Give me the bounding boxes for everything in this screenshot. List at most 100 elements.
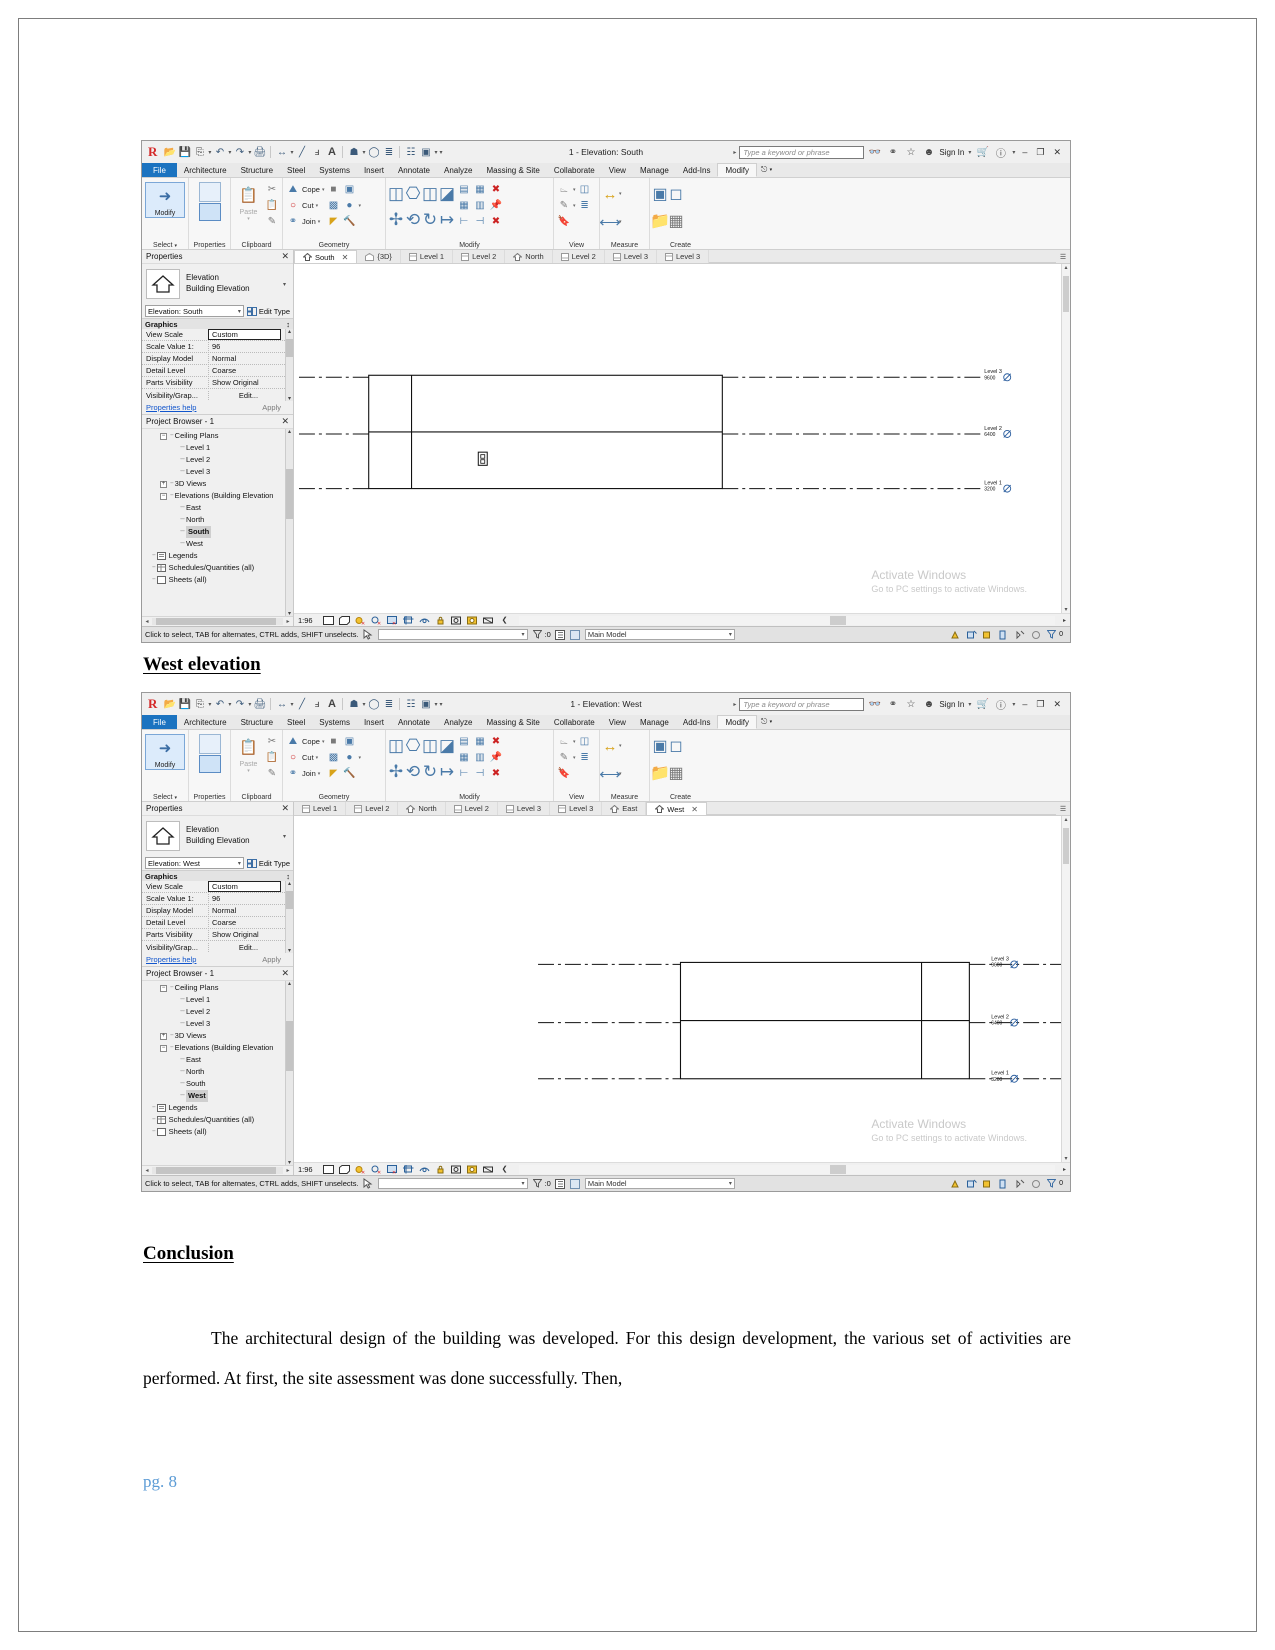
thin-lines-icon[interactable]: ≣ <box>382 697 395 711</box>
ribbon-tab-manage[interactable]: Manage <box>633 163 676 177</box>
view-scale-label[interactable]: 1:96 <box>298 1165 313 1174</box>
expand-toggle-icon[interactable]: + <box>160 1032 167 1040</box>
cope-icon[interactable]: ⛰ <box>286 735 300 749</box>
project-browser-scrollbar[interactable]: ▴ ▾ <box>285 981 293 1166</box>
tree-node-west[interactable]: --- West <box>146 1090 285 1102</box>
filter-count-group[interactable]: 0 <box>1046 629 1063 640</box>
ribbon-tab-view[interactable]: View <box>602 715 633 729</box>
align-icon[interactable]: ◫ <box>388 184 404 203</box>
join-caret-icon[interactable]: ▾ <box>318 771 321 777</box>
ribbon-display-options-icon[interactable]: ⎋ ▾ <box>757 715 776 729</box>
scroll-up-icon[interactable]: ▴ <box>1062 816 1070 823</box>
measure-between-caret-icon[interactable]: ▾ <box>619 191 622 197</box>
ribbon-tab-addins[interactable]: Add-Ins <box>676 163 718 177</box>
modify-button[interactable]: ➜ Modify <box>145 734 185 770</box>
show-crop-region-icon[interactable] <box>419 1164 431 1175</box>
tree-node-sheets[interactable]: -- Sheets (all) <box>146 574 285 586</box>
press-and-drag-icon[interactable] <box>363 1178 374 1189</box>
view-tab-close-icon[interactable]: ✕ <box>691 805 698 814</box>
view-tab-overflow-icon[interactable]: ☰ <box>1056 250 1070 263</box>
view-scale-label[interactable]: 1:96 <box>298 616 313 625</box>
design-option-icon[interactable] <box>570 629 581 640</box>
scroll-thumb[interactable] <box>286 891 293 909</box>
search-input[interactable]: Type a keyword or phrase <box>739 697 865 711</box>
grid-array-icon[interactable]: ▦ <box>457 751 471 765</box>
hscroll-thumb[interactable] <box>156 618 276 625</box>
exclude-options-icon[interactable] <box>982 629 993 640</box>
scroll-left-icon[interactable]: ◂ <box>142 618 152 625</box>
ribbon-tab-annotate[interactable]: Annotate <box>391 163 437 177</box>
cope-caret-icon[interactable]: ▾ <box>322 187 325 193</box>
copy-icon[interactable]: ⟲ <box>406 762 420 781</box>
property-value[interactable]: Normal <box>208 906 285 915</box>
ribbon-tab-collaborate[interactable]: Collaborate <box>547 163 602 177</box>
move-icon[interactable]: ✢ <box>389 762 403 781</box>
measure-along-element-icon[interactable]: ⟷ <box>599 766 621 783</box>
canvas-vertical-scrollbar[interactable]: ▴ ▾ <box>1061 264 1070 613</box>
rotate-icon[interactable]: ↻ <box>423 210 437 229</box>
hscroll-track[interactable] <box>152 618 283 625</box>
canvas-vertical-scrollbar[interactable]: ▴ ▾ <box>1061 816 1070 1162</box>
type-properties-icon[interactable] <box>198 755 221 773</box>
default-3d-view-icon[interactable]: ☗ <box>347 145 360 159</box>
tree-node-south[interactable]: --- South <box>146 526 285 538</box>
copy-clip-icon[interactable]: 📋 <box>265 199 279 213</box>
measure-between-references-icon[interactable]: ↔ <box>603 186 618 203</box>
model-info-icon[interactable] <box>555 629 566 640</box>
detail-level-icon[interactable] <box>323 1164 335 1175</box>
scroll-down-icon[interactable]: ▾ <box>286 947 293 954</box>
paint-caret-icon[interactable]: ▾ <box>358 203 361 209</box>
analytical-model-icon[interactable] <box>483 1164 495 1175</box>
view-caret-icon[interactable]: ▾ <box>362 149 365 156</box>
save-as-caret-icon[interactable]: ▾ <box>208 149 211 156</box>
text-icon[interactable]: A <box>325 145 338 159</box>
tree-node-east[interactable]: --- East <box>146 1054 285 1066</box>
editable-only-icon[interactable] <box>1030 629 1041 640</box>
model-selector[interactable]: Main Model ▾ <box>584 629 735 640</box>
property-value[interactable]: Edit... <box>208 390 285 400</box>
scroll-down-icon[interactable]: ▾ <box>1062 606 1070 613</box>
sun-path-icon[interactable]: ✕ <box>355 615 367 626</box>
scroll-up-icon[interactable]: ▴ <box>1062 264 1070 271</box>
create-part-icon[interactable]: ◻ <box>669 186 683 203</box>
view-tab-level-2[interactable]: Level 2 <box>346 802 399 815</box>
ribbon-tab-analyze[interactable]: Analyze <box>437 163 479 177</box>
tree-node-elevations[interactable]: − -- Elevations (Building Elevation <box>146 490 285 502</box>
override-caret-icon[interactable]: ▾ <box>573 203 576 209</box>
customize-qat-icon[interactable]: ▾ <box>439 701 442 708</box>
person-icon[interactable]: ☻ <box>922 697 935 711</box>
split-face-icon[interactable]: ▣ <box>342 183 356 197</box>
view-tab-north[interactable]: North <box>398 802 446 815</box>
match-type-icon[interactable]: ✎ <box>265 215 279 229</box>
undo-caret-icon[interactable]: ▾ <box>228 149 231 156</box>
ribbon-tab-massing-site[interactable]: Massing & Site <box>479 715 546 729</box>
remove-icon[interactable]: ✖ <box>489 767 503 781</box>
constraints-icon[interactable]: ❮ <box>499 1164 511 1175</box>
properties-help-link[interactable]: Properties help <box>146 403 196 412</box>
edit-type-button[interactable]: Edit Type <box>246 858 290 868</box>
view-tab-ceiling-level-3[interactable]: Level 3 <box>498 802 551 815</box>
wall-joins-icon[interactable]: ▩ <box>326 199 340 213</box>
scroll-right-icon[interactable]: ▸ <box>283 618 293 625</box>
collapse-toggle-icon[interactable]: − <box>160 984 167 992</box>
split-icon[interactable]: ▤ <box>457 183 471 197</box>
property-value[interactable]: Custom <box>208 881 281 892</box>
drawing-canvas-west[interactable]: Level 3 9600 Level 2 6400 Level 1 3200 A… <box>294 816 1061 1162</box>
show-crop-region-icon[interactable] <box>419 615 431 626</box>
press-and-drag-icon[interactable] <box>363 629 374 640</box>
edit-type-button[interactable]: Edit Type <box>246 306 290 316</box>
ribbon-tab-collaborate[interactable]: Collaborate <box>547 715 602 729</box>
worksets-icon[interactable] <box>950 629 961 640</box>
filter-count-group[interactable]: 0 <box>1046 1178 1063 1189</box>
property-value[interactable]: 96 <box>208 894 285 903</box>
community-icon[interactable]: ⚭ <box>886 697 899 711</box>
apply-button[interactable]: Apply <box>262 403 289 412</box>
sign-in-button[interactable]: Sign In <box>939 700 964 709</box>
filter-icon[interactable] <box>1046 1178 1057 1189</box>
scroll-thumb[interactable] <box>286 1021 293 1071</box>
detail-level-icon[interactable] <box>323 615 335 626</box>
paint-caret-icon[interactable]: ▾ <box>358 755 361 761</box>
pin-icon[interactable]: 📌 <box>489 751 503 765</box>
ribbon-tab-view[interactable]: View <box>602 163 633 177</box>
measure-caret-icon[interactable]: ▾ <box>290 149 293 156</box>
